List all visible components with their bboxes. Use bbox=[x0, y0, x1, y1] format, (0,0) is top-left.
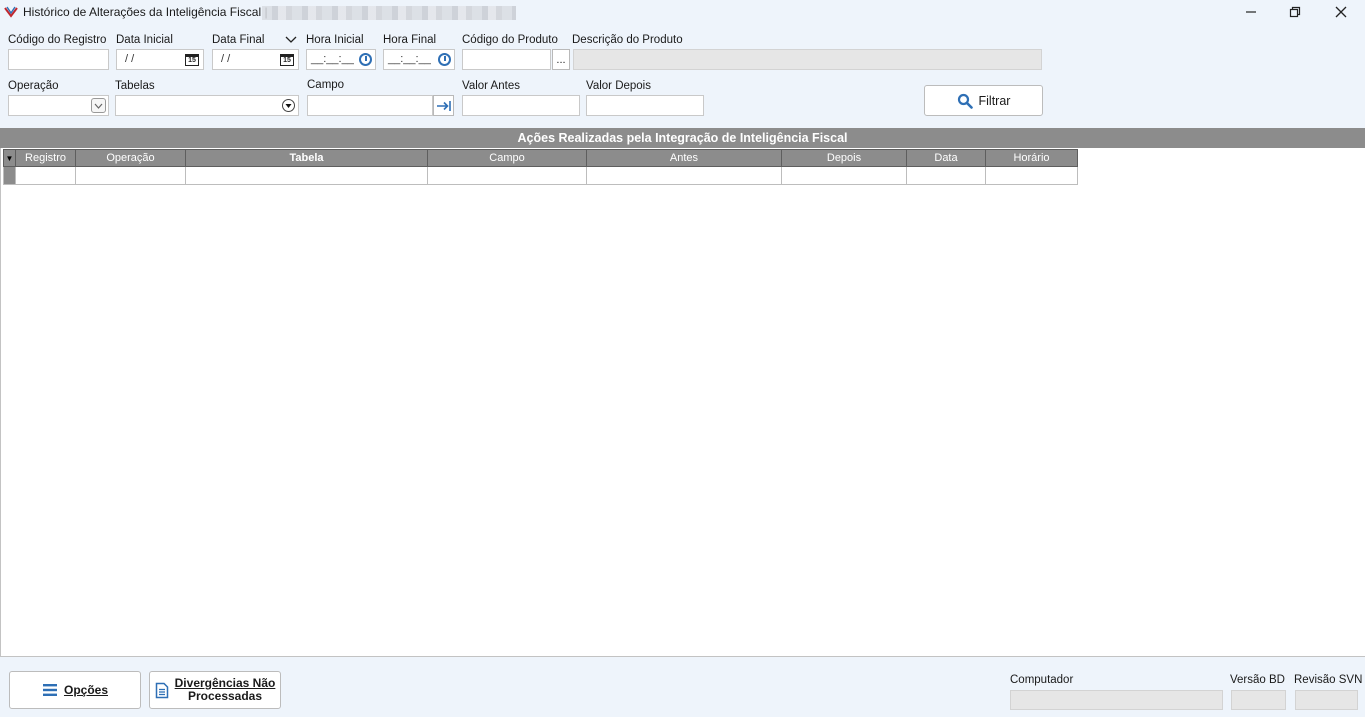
tabelas-select[interactable] bbox=[115, 95, 299, 116]
actions-grid[interactable]: ▼ Registro Operação Tabela Campo Antes D… bbox=[0, 148, 1365, 657]
revisao-svn-label: Revisão SVN bbox=[1294, 674, 1363, 686]
row-indicator[interactable] bbox=[3, 166, 16, 185]
column-header-depois[interactable]: Depois bbox=[781, 149, 907, 167]
data-inicial-calendar-button[interactable]: 15 bbox=[182, 50, 202, 69]
close-button[interactable] bbox=[1330, 2, 1352, 22]
column-header-horario[interactable]: Horário bbox=[985, 149, 1078, 167]
data-final-label: Data Final bbox=[212, 34, 265, 46]
campo-goto-button[interactable] bbox=[433, 95, 454, 116]
descricao-produto-field bbox=[573, 49, 1042, 70]
grid-title: Ações Realizadas pela Integração de Inte… bbox=[0, 128, 1365, 148]
opcoes-label: Opções bbox=[63, 683, 108, 697]
tabelas-label: Tabelas bbox=[115, 80, 155, 92]
filtrar-button[interactable]: Filtrar bbox=[924, 85, 1043, 116]
hora-final-label: Hora Final bbox=[383, 34, 437, 46]
search-icon bbox=[957, 93, 973, 109]
window-title: Histórico de Alterações da Inteligência … bbox=[23, 5, 268, 19]
operacao-dropdown-button[interactable] bbox=[91, 98, 106, 113]
campo-input[interactable] bbox=[307, 95, 433, 116]
opcoes-button[interactable]: Opções bbox=[9, 671, 141, 709]
computador-label: Computador bbox=[1010, 674, 1074, 686]
data-inicial-label: Data Inicial bbox=[116, 34, 173, 46]
footer: Opções Divergências Não Processadas Comp… bbox=[0, 658, 1365, 717]
clock-icon bbox=[437, 53, 451, 66]
table-cell[interactable] bbox=[586, 166, 782, 185]
hora-final-value: __:__:__ bbox=[388, 53, 431, 65]
table-cell[interactable] bbox=[185, 166, 428, 185]
column-header-tabela[interactable]: Tabela bbox=[185, 149, 428, 167]
minimize-icon bbox=[1246, 11, 1256, 13]
chevron-down-icon[interactable] bbox=[285, 35, 297, 45]
data-inicial-value: / / bbox=[125, 53, 135, 65]
table-cell[interactable] bbox=[781, 166, 907, 185]
campo-label: Campo bbox=[307, 79, 345, 91]
table-cell[interactable] bbox=[427, 166, 587, 185]
versao-bd-field bbox=[1231, 690, 1286, 710]
calendar-icon: 15 bbox=[185, 53, 199, 66]
app-logo-icon bbox=[4, 6, 18, 18]
divergencias-nao-processadas-button[interactable]: Divergências Não Processadas bbox=[149, 671, 281, 709]
arrow-right-to-bar-icon bbox=[436, 100, 451, 111]
column-header-registro[interactable]: Registro bbox=[15, 149, 76, 167]
data-final-calendar-button[interactable]: 15 bbox=[277, 50, 297, 69]
document-icon bbox=[155, 682, 168, 698]
close-icon bbox=[1335, 6, 1347, 18]
row-indicator-header: ▼ bbox=[3, 149, 16, 167]
minimize-button[interactable] bbox=[1240, 2, 1262, 22]
table-cell[interactable] bbox=[75, 166, 186, 185]
valor-depois-input[interactable] bbox=[586, 95, 704, 116]
versao-bd-label: Versão BD bbox=[1230, 674, 1285, 686]
actions-table[interactable]: ▼ Registro Operação Tabela Campo Antes D… bbox=[3, 149, 1078, 185]
restore-button[interactable] bbox=[1284, 2, 1306, 22]
computador-field bbox=[1010, 690, 1223, 710]
divergencias-label: Divergências Não Processadas bbox=[175, 677, 276, 703]
hora-inicial-clock-button[interactable] bbox=[355, 50, 375, 69]
valor-antes-label: Valor Antes bbox=[462, 80, 520, 92]
codigo-registro-input[interactable] bbox=[8, 49, 109, 70]
operacao-label: Operação bbox=[8, 80, 59, 92]
column-header-campo[interactable]: Campo bbox=[427, 149, 587, 167]
hora-inicial-label: Hora Inicial bbox=[306, 34, 364, 46]
column-header-data[interactable]: Data bbox=[906, 149, 986, 167]
codigo-registro-label: Código do Registro bbox=[8, 34, 107, 46]
table-cell[interactable] bbox=[906, 166, 986, 185]
produto-lookup-button[interactable]: ... bbox=[552, 49, 570, 70]
caret-down-icon bbox=[282, 99, 295, 112]
calendar-icon: 15 bbox=[280, 53, 294, 66]
title-bar: Histórico de Alterações da Inteligência … bbox=[0, 0, 1365, 24]
revisao-svn-field bbox=[1295, 690, 1358, 710]
filtrar-label: Filtrar bbox=[978, 93, 1011, 108]
codigo-produto-label: Código do Produto bbox=[462, 34, 558, 46]
data-final-value: / / bbox=[221, 53, 231, 65]
menu-icon bbox=[42, 684, 57, 696]
table-header-row: ▼ Registro Operação Tabela Campo Antes D… bbox=[3, 149, 1078, 167]
clock-icon bbox=[358, 53, 372, 66]
table-row[interactable] bbox=[3, 166, 1078, 185]
codigo-produto-input[interactable] bbox=[462, 49, 551, 70]
valor-antes-input[interactable] bbox=[462, 95, 580, 116]
operacao-select[interactable] bbox=[8, 95, 109, 116]
chevron-down-icon bbox=[94, 103, 103, 109]
hora-inicial-value: __:__:__ bbox=[311, 53, 354, 65]
window-title-redacted bbox=[262, 6, 516, 20]
hora-final-clock-button[interactable] bbox=[434, 50, 454, 69]
column-header-antes[interactable]: Antes bbox=[586, 149, 782, 167]
tabelas-dropdown-button[interactable] bbox=[281, 98, 296, 113]
descricao-produto-label: Descrição do Produto bbox=[572, 34, 683, 46]
valor-depois-label: Valor Depois bbox=[586, 80, 651, 92]
column-header-operacao[interactable]: Operação bbox=[75, 149, 186, 167]
table-cell[interactable] bbox=[15, 166, 76, 185]
table-cell[interactable] bbox=[985, 166, 1078, 185]
divergencias-label-line2: Processadas bbox=[187, 689, 263, 703]
restore-icon bbox=[1289, 6, 1301, 18]
